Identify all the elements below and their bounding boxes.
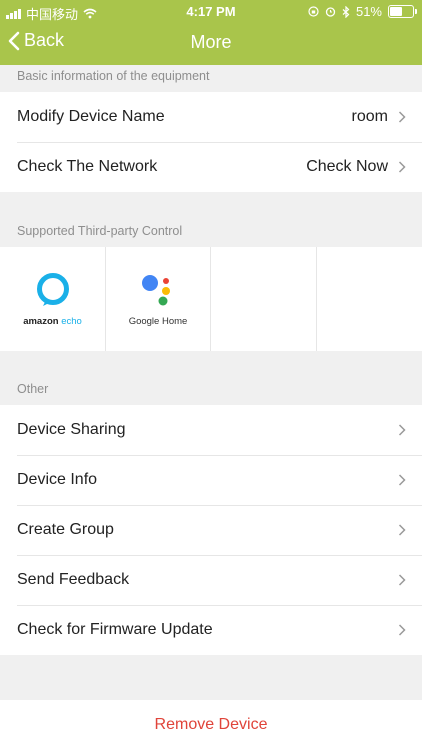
row-label: Device Info — [17, 471, 98, 488]
amazon-echo-tile[interactable]: amazon echo — [0, 247, 106, 351]
chevron-right-icon — [398, 111, 406, 123]
empty-tile — [317, 247, 422, 351]
device-info-row[interactable]: Device Info — [0, 455, 422, 505]
alexa-ring-icon — [37, 273, 69, 306]
google-home-label: Google Home — [128, 316, 188, 327]
row-label: Modify Device Name — [17, 108, 165, 125]
alarm-icon — [325, 7, 336, 17]
chevron-right-icon — [398, 161, 406, 173]
status-right: 51% — [308, 4, 417, 19]
row-label: Check The Network — [17, 158, 158, 175]
row-label: Device Sharing — [17, 421, 126, 438]
amazon-echo-label: amazon echo — [23, 316, 82, 327]
empty-tile — [211, 247, 317, 351]
third-party-header: Supported Third-party Control — [17, 224, 183, 238]
bluetooth-icon — [342, 5, 350, 18]
send-feedback-row[interactable]: Send Feedback — [0, 555, 422, 605]
chevron-right-icon — [398, 474, 406, 486]
nav-bar: Back More — [0, 22, 422, 65]
create-group-row[interactable]: Create Group — [0, 505, 422, 555]
row-label: Check for Firmware Update — [17, 621, 213, 638]
chevron-right-icon — [398, 524, 406, 536]
check-now-value: Check Now — [306, 158, 388, 175]
chevron-right-icon — [398, 624, 406, 636]
remove-device-bar: Remove Device — [0, 700, 422, 750]
row-label: Create Group — [17, 521, 114, 538]
remove-device-button[interactable]: Remove Device — [155, 716, 268, 734]
chevron-left-icon — [8, 31, 20, 50]
google-assistant-dots-icon — [141, 275, 170, 306]
back-label: Back — [24, 30, 65, 50]
basic-info-header: Basic information of the equipment — [17, 69, 210, 83]
other-header: Other — [17, 382, 49, 396]
battery-icon — [388, 5, 417, 18]
battery-percent: 51% — [355, 4, 382, 19]
status-bar: 中国移动 4:17 PM 51% — [0, 0, 422, 22]
device-name-value: room — [351, 108, 388, 125]
chevron-right-icon — [398, 574, 406, 586]
other-group: Device Sharing Device Info Create Group … — [0, 405, 422, 655]
device-sharing-row[interactable]: Device Sharing — [0, 405, 422, 455]
chevron-right-icon — [398, 424, 406, 436]
top-bar: 中国移动 4:17 PM 51% Back More — [0, 0, 422, 65]
orientation-lock-icon — [308, 6, 319, 17]
basic-info-group: Modify Device Name room Check The Networ… — [0, 92, 422, 192]
modify-device-name-row[interactable]: Modify Device Name room — [0, 92, 422, 142]
google-home-tile[interactable]: Google Home — [106, 247, 211, 351]
firmware-update-row[interactable]: Check for Firmware Update — [0, 605, 422, 655]
back-button[interactable]: Back — [8, 30, 64, 51]
check-network-row[interactable]: Check The Network Check Now — [0, 142, 422, 192]
third-party-grid: amazon echo Google Home — [0, 247, 422, 351]
row-label: Send Feedback — [17, 571, 130, 588]
